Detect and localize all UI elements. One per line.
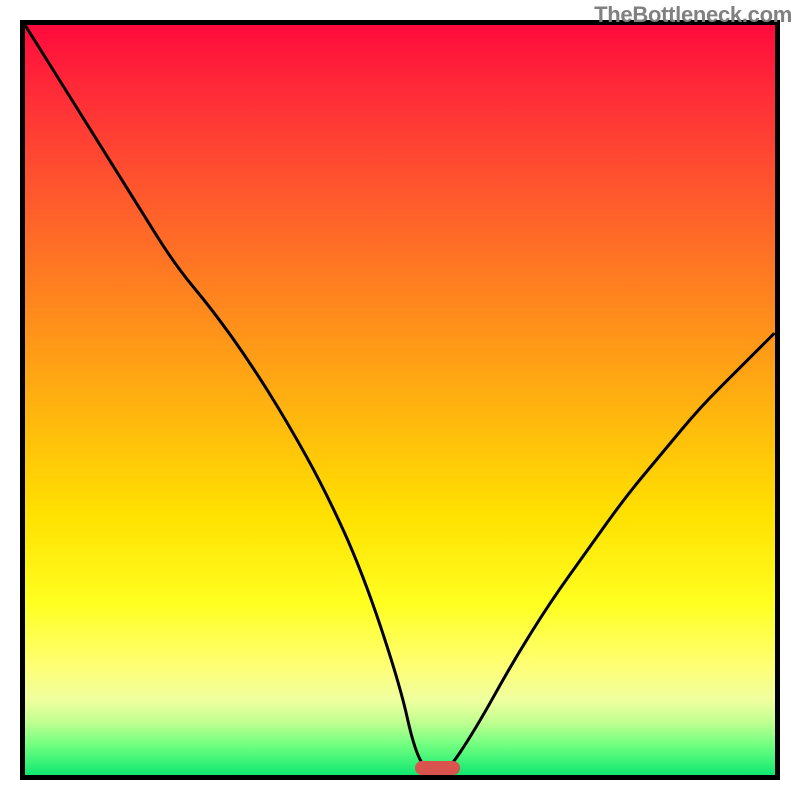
optimal-marker [415, 761, 460, 775]
watermark-text: TheBottleneck.com [594, 2, 792, 28]
bottleneck-curve [25, 25, 775, 775]
chart-container: TheBottleneck.com [0, 0, 800, 800]
plot-area [20, 20, 780, 780]
